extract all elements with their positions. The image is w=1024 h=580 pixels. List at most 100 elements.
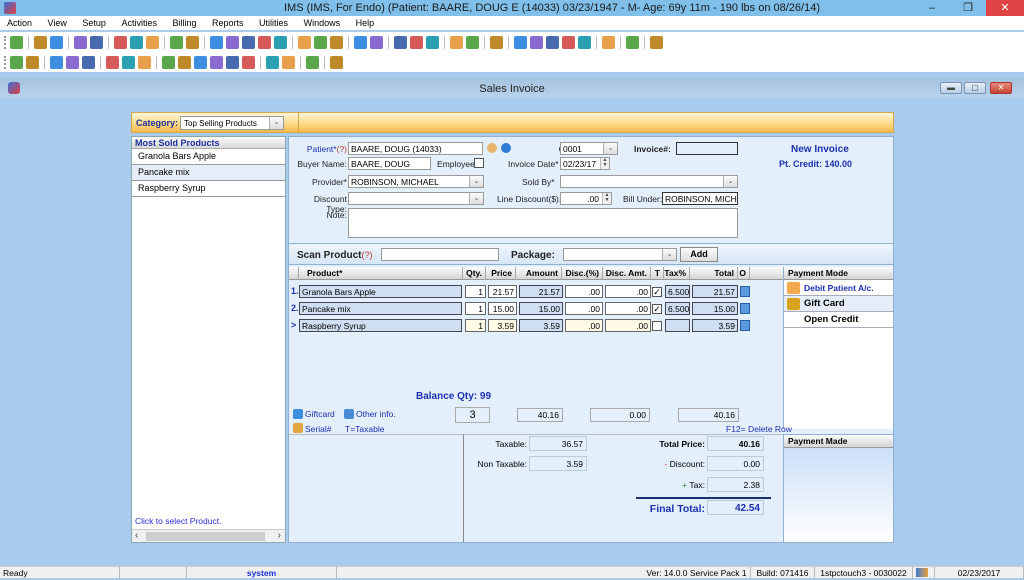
report-icon[interactable] <box>410 35 423 49</box>
disc-amt-cell[interactable]: .00 <box>605 302 651 315</box>
line-item-row[interactable]: 2. Pancake mix 1 15.00 15.00 .00 .00 ✓ 6… <box>289 300 783 316</box>
next-icon[interactable] <box>194 55 207 69</box>
line-item-row[interactable]: 1. Granola Bars Apple 1 21.57 21.57 .00 … <box>289 283 783 299</box>
payment-mode-open-credit[interactable]: Open Credit <box>784 312 893 328</box>
discount-spinner[interactable]: ▲ ▼ <box>602 193 611 204</box>
help-icon[interactable] <box>306 55 319 69</box>
sort-icon[interactable] <box>226 55 239 69</box>
open-icon[interactable] <box>10 55 23 69</box>
column-price[interactable]: Price <box>486 267 516 280</box>
disc-amt-cell[interactable]: .00 <box>605 319 651 332</box>
letters-icon[interactable] <box>330 35 343 49</box>
last-icon[interactable] <box>210 55 223 69</box>
find-icon[interactable] <box>26 55 39 69</box>
taxable-checkbox[interactable]: ✓ <box>652 304 662 314</box>
provider-check-icon[interactable] <box>50 35 63 49</box>
taxable-checkbox[interactable]: ✓ <box>652 287 662 297</box>
menu-windows[interactable]: Windows <box>297 16 347 28</box>
edit-chart-icon[interactable] <box>90 35 103 49</box>
column-o[interactable]: O <box>738 267 750 280</box>
child-close-button[interactable]: ✕ <box>990 82 1012 94</box>
menu-view[interactable]: View <box>41 16 73 28</box>
add-button[interactable]: Add <box>680 247 718 262</box>
note-field[interactable] <box>348 208 738 238</box>
product-list-item[interactable]: Granola Bars Apple <box>132 149 285 165</box>
dollar-icon[interactable] <box>210 35 223 49</box>
help-icon[interactable] <box>602 35 615 49</box>
column-disc-pct[interactable]: Disc.(%) <box>562 267 603 280</box>
billing-icon[interactable] <box>226 35 239 49</box>
chevron-down-icon[interactable]: ⌄ <box>662 249 676 260</box>
column-disc-amt[interactable]: Disc. Amt. <box>603 267 651 280</box>
chart-icon[interactable] <box>450 35 463 49</box>
scan-product-field[interactable] <box>381 248 499 261</box>
taxable-checkbox[interactable] <box>652 321 662 331</box>
menu-setup[interactable]: Setup <box>75 16 112 28</box>
options-icon[interactable] <box>740 303 750 314</box>
transfer-arrows-icon[interactable] <box>530 35 543 49</box>
product-list-item[interactable]: Raspberry Syrup <box>132 181 285 197</box>
chevron-down-icon[interactable]: ⌄ <box>469 193 483 204</box>
payment-mode-debit-patient[interactable]: Debit Patient A/c. <box>784 280 893 296</box>
category-select[interactable]: Top Selling Products ⌄ <box>180 116 284 130</box>
lock-icon[interactable] <box>626 35 639 49</box>
claims-icon[interactable] <box>242 35 255 49</box>
disc-pct-cell[interactable]: .00 <box>565 285 603 298</box>
chevron-down-icon[interactable]: ⌄ <box>723 176 737 187</box>
chevron-down-icon[interactable]: ⌄ <box>269 117 283 129</box>
price-cell[interactable]: 15.00 <box>488 302 517 315</box>
options-icon[interactable] <box>740 286 750 297</box>
template-icon[interactable] <box>562 35 575 49</box>
mail-check-icon[interactable] <box>394 35 407 49</box>
price-cell[interactable]: 21.57 <box>488 285 517 298</box>
office-select[interactable]: 0001 ⌄ <box>560 142 618 155</box>
restore-button[interactable]: ❐ <box>954 0 982 16</box>
horizontal-scrollbar[interactable]: ‹ › <box>132 529 285 542</box>
price-cell[interactable]: 3.59 <box>488 319 517 332</box>
transfer-icon[interactable] <box>274 35 287 49</box>
reports-icon[interactable] <box>490 35 503 49</box>
invoice-date-field[interactable]: 02/23/17 ▲ ▼ <box>560 157 610 170</box>
line-item-row[interactable]: > Raspberry Syrup 1 3.59 3.59 .00 .00 3.… <box>289 317 783 333</box>
child-restore-button[interactable]: ▢ <box>964 82 986 94</box>
bill-under-field[interactable]: ROBINSON, MICHAI <box>662 192 738 205</box>
column-amount[interactable]: Amount <box>516 267 562 280</box>
patient-icon[interactable] <box>10 35 23 49</box>
buyer-name-field[interactable]: BAARE, DOUG <box>348 157 431 170</box>
patient-lookup-icon[interactable] <box>487 143 497 153</box>
undo-icon[interactable] <box>122 55 135 69</box>
preview-icon[interactable] <box>242 55 255 69</box>
scrollbar-thumb[interactable] <box>146 532 265 541</box>
menu-reports[interactable]: Reports <box>205 16 250 28</box>
column-product[interactable]: Product* <box>299 267 463 280</box>
column-tax-pct[interactable]: Tax% <box>664 267 690 280</box>
scroll-left-icon[interactable]: ‹ <box>135 530 138 541</box>
provider-select[interactable]: ROBINSON, MICHAEL ⌄ <box>348 175 484 188</box>
calendar-icon[interactable] <box>298 35 311 49</box>
giftcard-link[interactable]: Giftcard <box>305 409 335 419</box>
shield-icon[interactable] <box>146 35 159 49</box>
printer-icon[interactable] <box>282 55 295 69</box>
word-icon[interactable] <box>546 35 559 49</box>
menu-billing[interactable]: Billing <box>165 16 202 28</box>
chevron-down-icon[interactable]: ⌄ <box>603 143 617 154</box>
patient-field[interactable]: BAARE, DOUG (14033) <box>348 142 483 155</box>
product-cell[interactable]: Raspberry Syrup <box>299 319 462 332</box>
edit-icon[interactable] <box>66 55 79 69</box>
print-icon[interactable] <box>578 35 591 49</box>
column-qty[interactable]: Qty. <box>463 267 486 280</box>
document-icon[interactable] <box>170 35 183 49</box>
close-icon[interactable] <box>330 55 343 69</box>
product-cell[interactable]: Granola Bars Apple <box>299 285 462 298</box>
mail-icon[interactable] <box>370 35 383 49</box>
date-spinner[interactable]: ▲ ▼ <box>600 158 609 169</box>
lab-flask-icon[interactable] <box>130 35 143 49</box>
close-button[interactable]: ✕ <box>986 0 1024 16</box>
serial-link[interactable]: Serial# <box>305 424 331 434</box>
payment-mode-gift-card[interactable]: Gift Card <box>784 296 893 312</box>
refresh-icon[interactable] <box>266 55 279 69</box>
add-icon[interactable] <box>50 55 63 69</box>
delete-icon[interactable] <box>82 55 95 69</box>
qty-cell[interactable]: 1 <box>465 302 486 315</box>
product-list-item[interactable]: Pancake mix <box>132 165 285 181</box>
